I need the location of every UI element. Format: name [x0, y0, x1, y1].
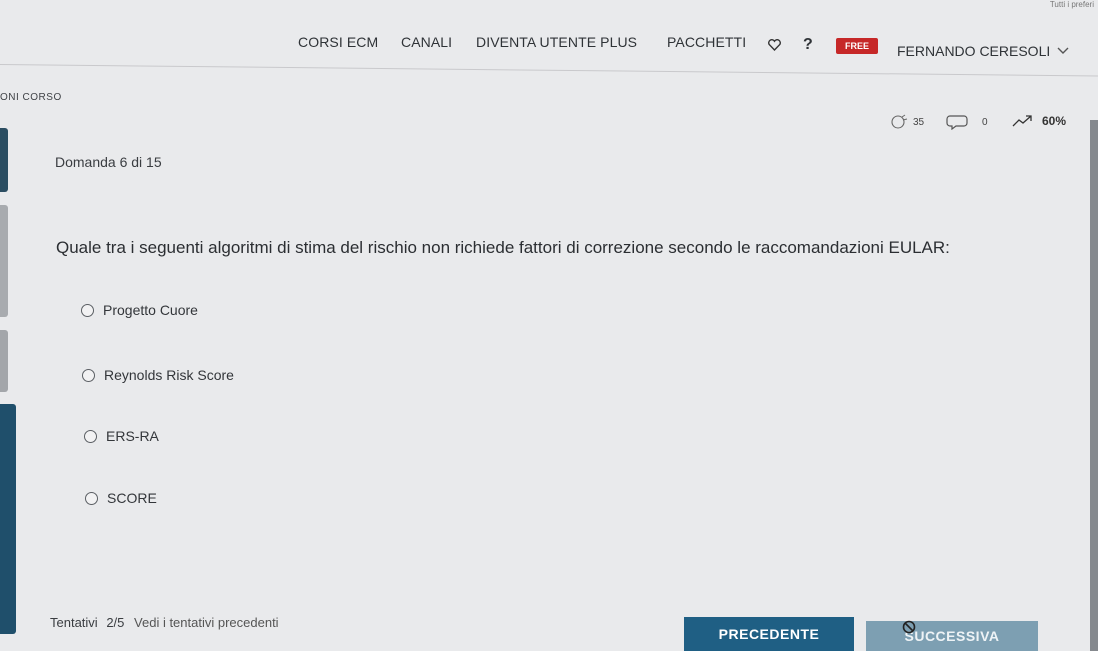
answer-option[interactable]: Progetto Cuore: [81, 302, 198, 318]
left-accent-bar: [0, 330, 8, 392]
answer-option-label: SCORE: [107, 490, 157, 506]
likes-stat: 35: [889, 114, 924, 130]
attempts-info: Tentativi 2/5 Vedi i tentativi precedent…: [50, 615, 279, 630]
nav-pacchetti[interactable]: PACCHETTI: [667, 34, 746, 50]
trend-up-icon: [1012, 115, 1032, 127]
likes-count: 35: [913, 116, 925, 128]
nav-diventa-utente-plus[interactable]: DIVENTA UTENTE PLUS: [476, 34, 637, 50]
answer-option-label: Progetto Cuore: [103, 302, 198, 318]
answer-option[interactable]: Reynolds Risk Score: [82, 367, 234, 383]
attempts-value: 2/5: [106, 615, 125, 630]
attempts-label: Tentativi: [50, 615, 98, 630]
top-navigation: CORSI ECM CANALI DIVENTA UTENTE PLUS PAC…: [0, 22, 1098, 64]
question-counter: Domanda 6 di 15: [55, 154, 162, 170]
radio-button[interactable]: [85, 491, 98, 505]
user-menu[interactable]: FERNANDO CERESOLI: [897, 43, 1050, 59]
answer-option[interactable]: ERS-RA: [84, 428, 159, 444]
radio-button[interactable]: [81, 303, 94, 317]
previous-button[interactable]: PRECEDENTE: [684, 617, 854, 651]
comments-stat: 0: [946, 114, 988, 130]
radio-button[interactable]: [84, 429, 97, 443]
clap-icon: [891, 114, 908, 129]
previous-attempts-link[interactable]: Vedi i tentativi precedenti: [134, 615, 279, 630]
section-label: ONI CORSO: [0, 92, 62, 103]
heart-icon[interactable]: [768, 39, 781, 54]
left-accent-bar: [0, 128, 8, 192]
next-button[interactable]: SUCCESSIVA: [866, 621, 1038, 651]
progress-percent: 60%: [1042, 114, 1067, 128]
help-icon[interactable]: ?: [803, 36, 813, 54]
progress-stat: 60%: [1012, 114, 1066, 128]
not-allowed-icon: [902, 620, 916, 637]
left-accent-bar: [0, 404, 16, 634]
radio-button[interactable]: [82, 368, 95, 382]
header-divider: [0, 64, 1098, 77]
nav-corsi-ecm[interactable]: CORSI ECM: [298, 34, 378, 50]
answer-option-label: ERS-RA: [106, 428, 159, 444]
bookmarks-hint: Tutti i preferi: [1049, 0, 1094, 9]
left-accent-bar: [0, 205, 8, 317]
chevron-down-icon[interactable]: [1057, 44, 1069, 58]
answer-option-label: Reynolds Risk Score: [104, 367, 234, 383]
comment-icon: [946, 115, 968, 130]
answer-option[interactable]: SCORE: [85, 490, 157, 506]
quiz-page: Tutti i preferi CORSI ECM CANALI DIVENTA…: [0, 0, 1098, 651]
free-badge: FREE: [836, 38, 878, 54]
question-text: Quale tra i seguenti algoritmi di stima …: [56, 238, 950, 257]
nav-canali[interactable]: CANALI: [401, 34, 452, 50]
comments-count: 0: [982, 116, 988, 128]
right-edge-bar: [1090, 120, 1098, 651]
